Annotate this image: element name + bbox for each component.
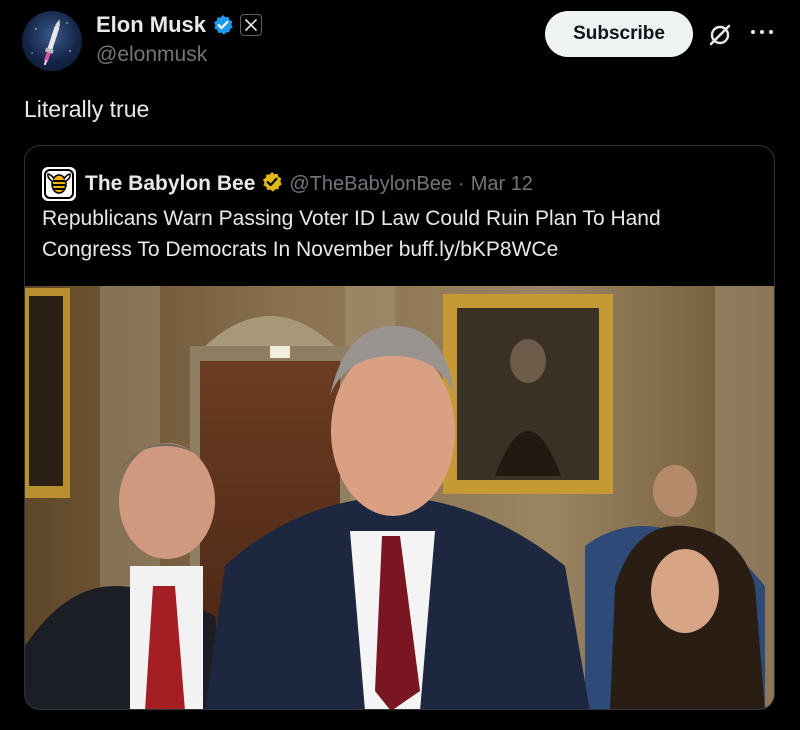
x-logo-icon <box>240 14 263 36</box>
quote-date[interactable]: Mar 12 <box>471 173 533 196</box>
verified-badge-icon <box>212 14 234 36</box>
separator-dot: · <box>458 172 465 195</box>
quoted-post-card[interactable]: The Babylon Bee @TheBabylonBee · Mar 12 … <box>24 145 775 710</box>
more-icon[interactable] <box>749 22 775 45</box>
gold-verified-badge-icon <box>261 171 283 198</box>
author-name[interactable]: Elon Musk <box>96 12 206 38</box>
quote-header: The Babylon Bee @TheBabylonBee · Mar 12 <box>42 167 533 201</box>
tweet-text: Literally true <box>24 96 150 122</box>
babylon-bee-logo-icon[interactable] <box>42 167 76 201</box>
quote-text: Republicans Warn Passing Voter ID Law Co… <box>42 207 661 261</box>
rocket-avatar-icon <box>31 19 71 66</box>
quote-author-handle[interactable]: @TheBabylonBee <box>289 173 452 196</box>
author-handle[interactable]: @elonmusk <box>96 43 207 67</box>
subscribe-button[interactable]: Subscribe <box>545 11 693 57</box>
press-conference-photo[interactable] <box>25 286 774 709</box>
author-avatar[interactable] <box>22 11 82 71</box>
author-name-row: Elon Musk <box>96 12 263 38</box>
quote-author-name[interactable]: The Babylon Bee <box>85 172 255 196</box>
grok-icon[interactable] <box>706 21 734 49</box>
